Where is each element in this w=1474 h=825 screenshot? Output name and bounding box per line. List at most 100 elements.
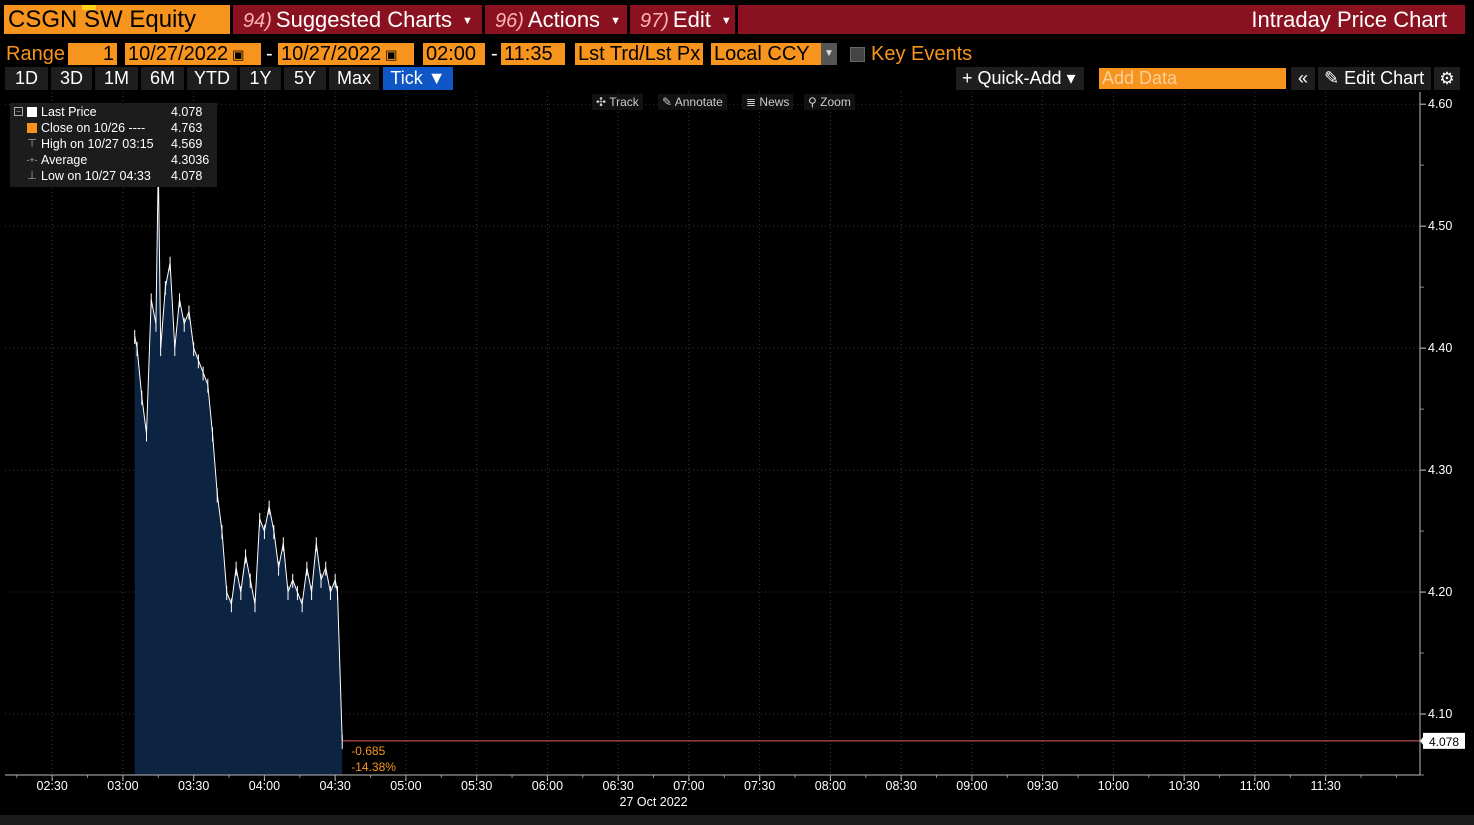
crosshair-icon: ✣ <box>596 95 607 109</box>
menu-number: 97) <box>640 10 669 32</box>
period-toolbar: 1D 3D 1M 6M YTD 1Y 5Y Max Tick ▼ + Quick… <box>0 67 1474 91</box>
period-button-tick[interactable]: Tick ▼ <box>383 67 453 90</box>
period-button-3d[interactable]: 3D <box>51 67 92 90</box>
average-marker-icon: -+- <box>26 155 38 165</box>
news-button[interactable]: ≣ News <box>742 94 794 110</box>
period-button-6m[interactable]: 6M <box>141 67 184 90</box>
x-tick-label: 10:00 <box>1098 779 1129 793</box>
legend-value: 4.569 <box>171 137 203 151</box>
chevron-down-icon[interactable]: ▼ <box>821 43 837 65</box>
price-type-select[interactable]: Lst Trd/Lst Px <box>575 43 703 65</box>
period-button-ytd[interactable]: YTD <box>187 67 237 90</box>
x-tick-label: 04:30 <box>320 779 351 793</box>
quick-add-button[interactable]: + Quick-Add ▾ <box>956 67 1084 90</box>
gear-icon[interactable]: ⚙ <box>1434 67 1460 90</box>
x-tick-label: 09:30 <box>1027 779 1058 793</box>
add-data-input[interactable] <box>1099 68 1286 89</box>
x-tick-label: 06:00 <box>532 779 563 793</box>
y-tick-label: 4.10 <box>1428 707 1452 721</box>
actions-menu[interactable]: 96) Actions ▼ <box>485 5 627 34</box>
range-period-field[interactable]: 1 <box>68 43 117 65</box>
zoom-button[interactable]: ⚲ Zoom <box>804 94 855 110</box>
x-tick-label: 11:00 <box>1240 779 1270 793</box>
x-tick-label: 07:30 <box>744 779 775 793</box>
x-tick-label: 10:30 <box>1169 779 1200 793</box>
y-tick-label: 4.20 <box>1428 585 1452 599</box>
annotate-label: Annotate <box>674 95 723 109</box>
x-tick-label: 05:30 <box>461 779 492 793</box>
date-separator: - <box>266 43 273 65</box>
key-events-checkbox[interactable] <box>850 47 865 62</box>
menu-number: 94) <box>243 10 272 32</box>
period-button-max[interactable]: Max <box>329 67 379 90</box>
track-label: Track <box>609 95 639 109</box>
edit-chart-button[interactable]: ✎ Edit Chart <box>1318 67 1431 90</box>
annotate-button[interactable]: ✎ Annotate <box>658 94 727 110</box>
end-date-field[interactable]: 10/27/2022 ▣ <box>278 43 414 65</box>
start-time-field[interactable]: 02:00 <box>423 43 485 65</box>
edit-chart-label: Edit Chart <box>1344 68 1425 88</box>
price-area <box>134 159 343 775</box>
x-tick-label: 05:00 <box>390 779 421 793</box>
x-tick-label: 08:00 <box>815 779 846 793</box>
end-date-value: 10/27/2022 <box>281 43 382 65</box>
legend-value: 4.3036 <box>171 153 210 167</box>
period-button-5y[interactable]: 5Y <box>284 67 326 90</box>
x-tick-label: 11:30 <box>1310 779 1340 793</box>
legend-value: 4.078 <box>171 169 203 183</box>
change-pct-label: -14.38% <box>351 760 396 774</box>
price-chart[interactable]: 4.078 4.10 4.20 4.30 4.40 4.50 4.60 02:30 03:0… <box>0 92 1474 815</box>
period-button-1m[interactable]: 1M <box>95 67 138 90</box>
legend-row-low[interactable]: ⊥ Low on 10/27 04:33 4.078 <box>10 168 217 184</box>
security-ticker-field[interactable]: CSGN SW Equity <box>4 5 230 34</box>
chart-legend[interactable]: − Last Price 4.078 Close on 10/26 ---- 4… <box>10 103 217 187</box>
legend-swatch <box>27 123 37 133</box>
high-marker-icon: ⊤ <box>27 138 37 150</box>
legend-label: Low on 10/27 04:33 <box>41 169 151 183</box>
x-axis-date-label: 27 Oct 2022 <box>619 795 687 809</box>
legend-row-average[interactable]: -+- Average 4.3036 <box>10 152 217 168</box>
page-title: Intraday Price Chart <box>738 5 1465 34</box>
edit-menu[interactable]: 97) Edit ▼ <box>630 5 735 34</box>
legend-swatch <box>27 107 37 117</box>
caret-down-icon: ▼ <box>720 14 732 27</box>
x-tick-label: 07:00 <box>673 779 704 793</box>
currency-select[interactable]: Local CCY <box>711 43 821 65</box>
legend-row-high[interactable]: ⊤ High on 10/27 03:15 4.569 <box>10 136 217 152</box>
legend-label: Average <box>41 153 88 167</box>
last-value-pointer <box>1420 735 1424 746</box>
change-annotation: -0.685 -14.38% <box>351 744 396 774</box>
period-button-1d[interactable]: 1D <box>5 67 48 90</box>
title-bar: CSGN SW Equity 94) Suggested Charts ▼ 96) A… <box>0 0 1474 38</box>
change-abs-label: -0.685 <box>351 744 385 758</box>
menu-label: Edit <box>672 7 711 32</box>
calendar-icon[interactable]: ▣ <box>385 44 397 65</box>
y-tick-label: 4.50 <box>1428 219 1452 233</box>
x-tick-label: 08:30 <box>886 779 917 793</box>
legend-row-last-price[interactable]: Last Price 4.078 <box>10 104 217 120</box>
caret-down-icon: ▼ <box>462 14 473 27</box>
y-tick-label: 4.40 <box>1428 341 1452 355</box>
zoom-label: Zoom <box>820 95 851 109</box>
low-marker-icon: ⊥ <box>27 170 37 182</box>
x-tick-label: 03:30 <box>178 779 209 793</box>
pencil-icon: ✎ <box>662 95 673 109</box>
suggested-charts-menu[interactable]: 94) Suggested Charts ▼ <box>233 5 482 34</box>
x-tick-label: 09:00 <box>956 779 987 793</box>
caret-down-icon: ▼ <box>610 14 621 27</box>
news-label: News <box>759 95 790 109</box>
menu-number: 96) <box>495 10 524 32</box>
legend-label: High on 10/27 03:15 <box>41 137 154 151</box>
calendar-icon[interactable]: ▣ <box>232 44 244 65</box>
legend-label: Last Price <box>41 105 97 119</box>
collapse-icon[interactable]: « <box>1291 67 1315 90</box>
legend-row-close[interactable]: Close on 10/26 ---- 4.763 <box>10 120 217 136</box>
key-events-label: Key Events <box>871 43 973 65</box>
price-area-fill <box>134 165 343 775</box>
end-time-field[interactable]: 11:35 <box>501 43 565 65</box>
track-button[interactable]: ✣ Track <box>592 94 643 110</box>
period-button-1y[interactable]: 1Y <box>240 67 281 90</box>
news-icon: ≣ <box>746 95 757 109</box>
start-date-field[interactable]: 10/27/2022 ▣ <box>125 43 261 65</box>
start-date-value: 10/27/2022 <box>128 43 229 65</box>
